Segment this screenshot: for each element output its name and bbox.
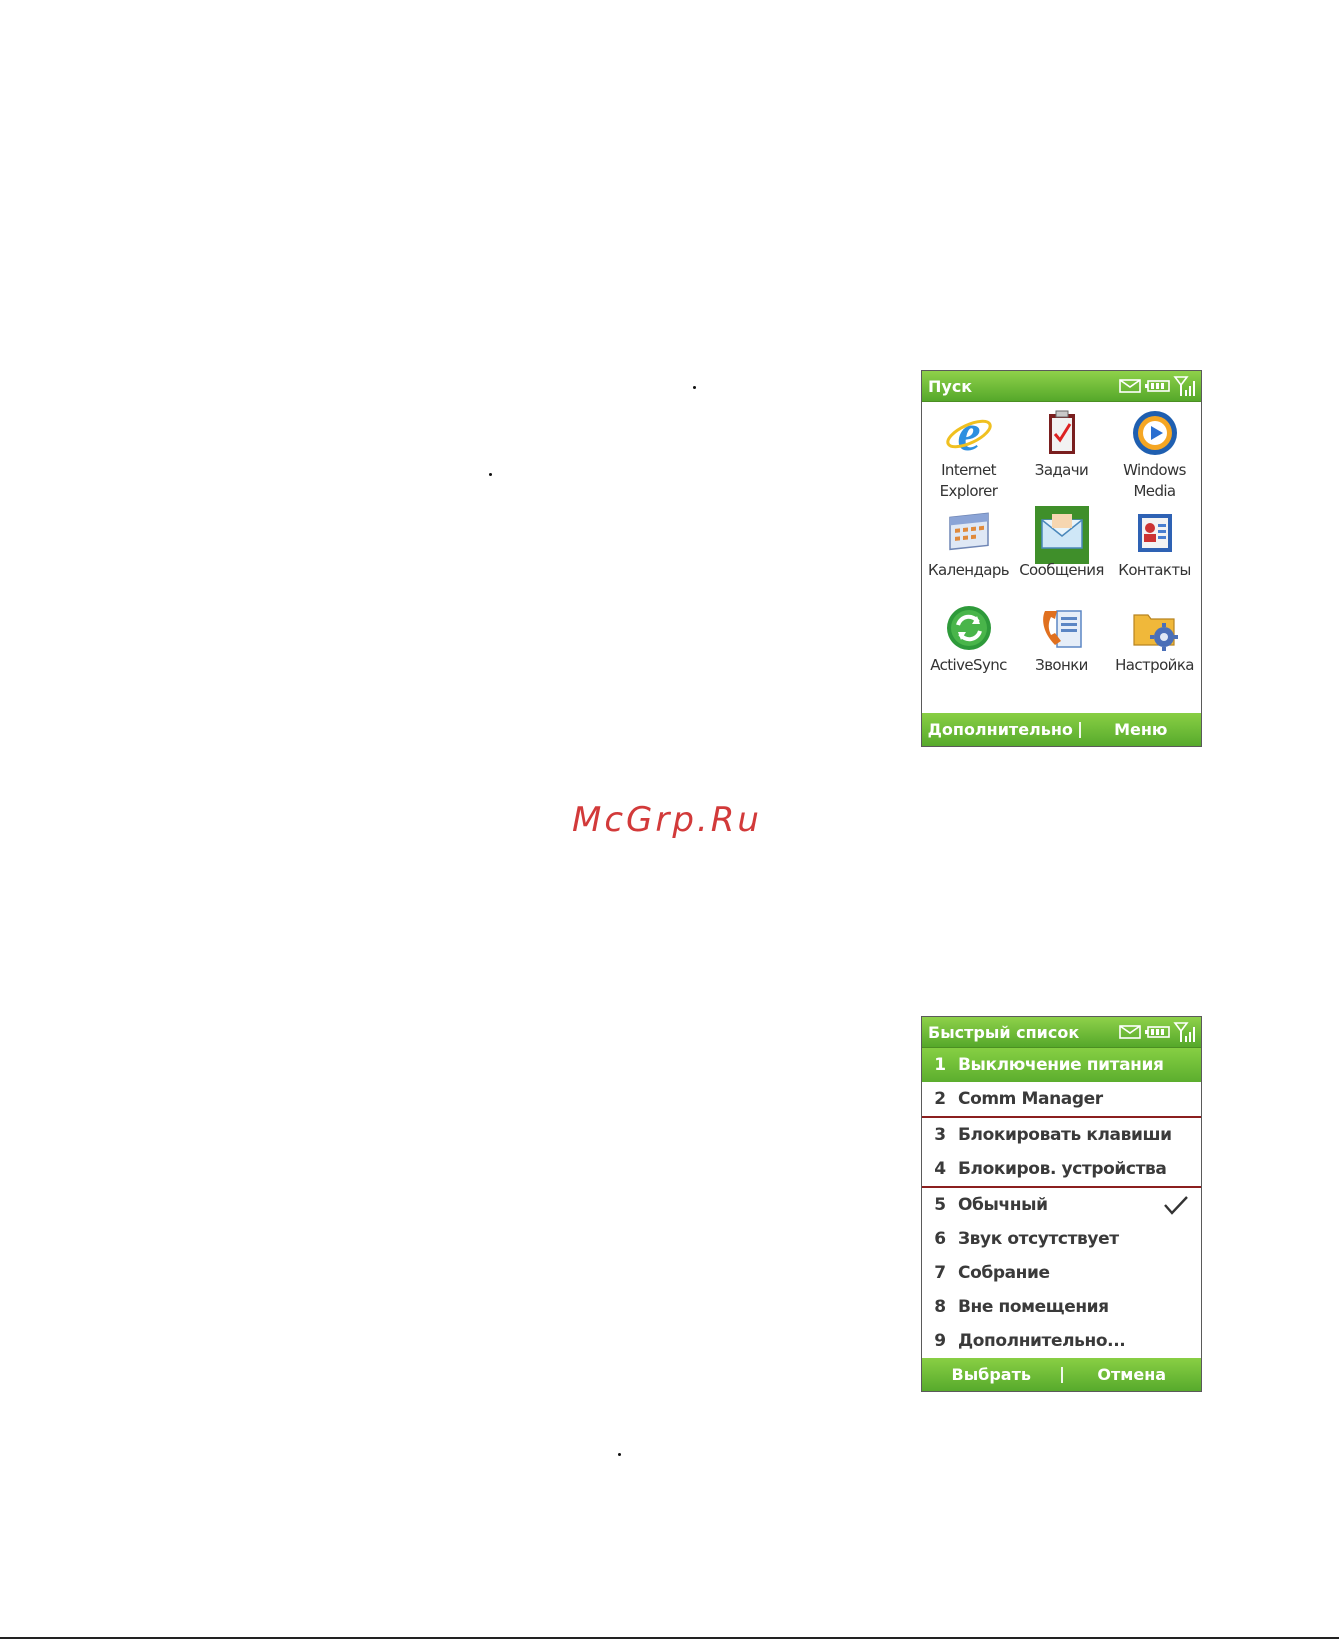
item-number: 5 [934, 1195, 946, 1215]
start-softkey-bar: Дополнительно Меню [922, 713, 1201, 746]
softkey-menu[interactable]: Меню [1081, 720, 1201, 739]
app-label: ActiveSync [930, 656, 1007, 674]
watermark: McGrp.Ru [572, 800, 762, 840]
message-icon [1119, 379, 1141, 393]
app-windows-media[interactable]: Windows Media [1108, 402, 1201, 502]
list-item[interactable]: 3 Блокировать клавиши [922, 1118, 1201, 1152]
quick-list: 1 Выключение питания 2 Comm Manager 3 Бл… [922, 1048, 1201, 1358]
start-title: Пуск [928, 376, 973, 396]
list-item[interactable]: 6 Звук отсутствует [922, 1222, 1201, 1256]
app-label: Windows Media [1123, 461, 1186, 500]
list-item[interactable]: 1 Выключение питания [922, 1048, 1201, 1082]
item-number: 9 [934, 1331, 946, 1351]
tasks-icon [1048, 410, 1075, 454]
battery-icon [1145, 1026, 1170, 1038]
quick-list-titlebar: Быстрый список [922, 1017, 1201, 1048]
list-item[interactable]: 7 Собрание [922, 1256, 1201, 1290]
item-number: 8 [934, 1297, 946, 1317]
app-label: Календарь [928, 561, 1010, 579]
app-messages[interactable]: Сообщения [1015, 502, 1108, 597]
app-label: Настройка [1115, 656, 1194, 674]
start-screen: Пуск e Internet Explorer Задачи Windows … [921, 370, 1202, 747]
windows-media-icon [1132, 411, 1177, 455]
item-label: Comm Manager [958, 1089, 1103, 1109]
app-activesync[interactable]: ActiveSync [922, 597, 1015, 697]
app-internet-explorer[interactable]: e Internet Explorer [922, 402, 1015, 502]
signal-icon [1173, 376, 1195, 396]
status-icons [1119, 375, 1197, 397]
page-dot [693, 386, 696, 389]
svg-text:e: e [957, 408, 980, 458]
page-dot [489, 473, 492, 476]
item-label: Выключение питания [958, 1055, 1164, 1075]
app-label: Internet Explorer [939, 461, 998, 500]
item-label: Вне помещения [958, 1297, 1109, 1317]
signal-icon [1173, 1022, 1195, 1042]
battery-icon [1145, 380, 1170, 392]
softkey-separator [1078, 721, 1081, 738]
app-label: Сообщения [1019, 561, 1104, 579]
item-number: 3 [934, 1125, 946, 1145]
app-calendar[interactable]: Календарь [922, 502, 1015, 597]
item-label: Звук отсутствует [958, 1229, 1119, 1249]
item-number: 2 [934, 1089, 946, 1109]
page-bottom-rule [0, 1637, 1339, 1639]
item-number: 7 [934, 1263, 946, 1283]
softkey-select[interactable]: Выбрать [922, 1365, 1061, 1384]
app-calls[interactable]: Звонки [1015, 597, 1108, 697]
status-icons [1119, 1021, 1197, 1043]
app-label: Звонки [1035, 656, 1088, 674]
list-item[interactable]: 2 Comm Manager [922, 1082, 1201, 1118]
page-dot [618, 1453, 621, 1456]
calls-icon [1042, 610, 1082, 648]
softkey-more[interactable]: Дополнительно [922, 720, 1079, 739]
app-settings[interactable]: Настройка [1108, 597, 1201, 697]
activesync-icon [946, 606, 991, 650]
item-number: 6 [934, 1229, 946, 1249]
softkey-separator [1060, 1366, 1063, 1383]
settings-icon [1132, 614, 1178, 651]
messages-icon [1040, 514, 1083, 549]
item-number: 4 [934, 1159, 946, 1179]
calendar-icon [948, 512, 989, 551]
item-label: Блокировать клавиши [958, 1125, 1172, 1145]
item-label: Обычный [958, 1195, 1048, 1215]
internet-explorer-icon: e [945, 408, 992, 458]
item-label: Собрание [958, 1263, 1050, 1283]
checkmark-icon [1164, 1196, 1188, 1215]
app-contacts[interactable]: Контакты [1108, 502, 1201, 597]
list-item[interactable]: 4 Блокиров. устройства [922, 1152, 1201, 1188]
softkey-cancel[interactable]: Отмена [1063, 1365, 1202, 1384]
list-item[interactable]: 9 Дополнительно... [922, 1324, 1201, 1358]
quick-list-softkey-bar: Выбрать Отмена [922, 1358, 1201, 1391]
start-titlebar: Пуск [922, 371, 1201, 402]
quick-list-title: Быстрый список [928, 1022, 1080, 1042]
quick-list-screen: Быстрый список 1 Выключение питания 2 Co… [921, 1016, 1202, 1392]
item-label: Блокиров. устройства [958, 1159, 1167, 1179]
message-icon [1119, 1025, 1141, 1039]
item-label: Дополнительно... [958, 1331, 1126, 1351]
item-number: 1 [934, 1055, 946, 1075]
contacts-icon [1137, 514, 1172, 552]
app-tasks[interactable]: Задачи [1015, 402, 1108, 502]
app-label: Задачи [1034, 461, 1089, 479]
list-item[interactable]: 5 Обычный [922, 1188, 1201, 1222]
app-grid: e Internet Explorer Задачи Windows Media… [922, 402, 1201, 713]
list-item[interactable]: 8 Вне помещения [922, 1290, 1201, 1324]
app-label: Контакты [1118, 561, 1191, 579]
